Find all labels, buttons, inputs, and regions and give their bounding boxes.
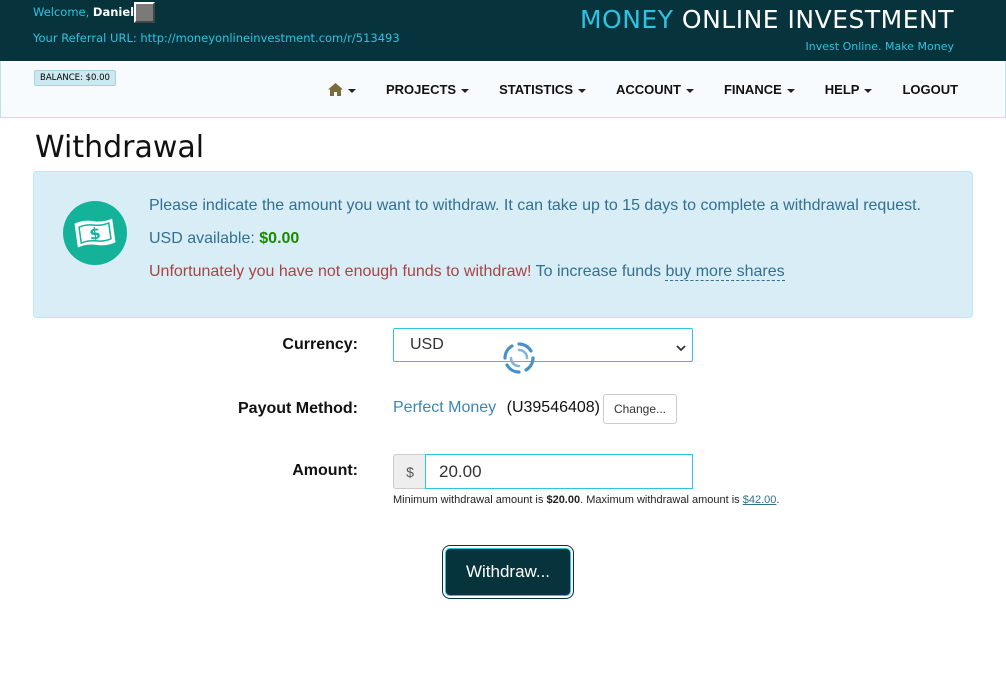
amount-label: Amount:	[292, 462, 358, 479]
username[interactable]: Daniel	[93, 5, 134, 19]
payout-method-value: Perfect Money (U39546408)	[393, 399, 600, 417]
main-navbar: BALANCE: $0.00 PROJECTS STATISTICS ACCOU…	[0, 61, 1006, 118]
chevron-down-icon	[348, 88, 356, 93]
currency-label: Currency:	[282, 336, 358, 353]
payout-method-name: Perfect Money	[393, 399, 497, 416]
chevron-down-icon	[676, 340, 686, 358]
brand-part-1: MONEY	[579, 5, 674, 34]
nav-item-finance[interactable]: FINANCE	[709, 82, 810, 99]
info-alert: $ Please indicate the amount you want to…	[33, 171, 973, 318]
change-payout-button[interactable]: Change...	[603, 394, 677, 424]
welcome-text: Welcome, Daniel	[33, 5, 134, 19]
avatar[interactable]	[134, 2, 155, 23]
chevron-down-icon	[685, 88, 694, 93]
funds-warning-line: Unfortunately you have not enough funds …	[149, 263, 921, 281]
chevron-down-icon	[786, 88, 795, 93]
chevron-down-icon	[864, 88, 873, 93]
money-icon: $	[63, 201, 127, 265]
help-suffix: .	[776, 494, 780, 506]
nav-item-help[interactable]: HELP	[810, 82, 888, 99]
payout-method-label: Payout Method:	[238, 400, 358, 417]
withdraw-button[interactable]: Withdraw...	[445, 548, 571, 596]
alert-content: Please indicate the amount you want to w…	[149, 197, 921, 296]
max-amount-prefix: . Maximum withdrawal amount is	[580, 494, 740, 506]
payout-account-id: (U39546408)	[506, 399, 601, 416]
tagline: Invest Online. Make Money	[805, 40, 954, 53]
increase-funds-text: To increase funds	[535, 263, 662, 280]
loading-spinner-icon	[502, 341, 536, 380]
brand-part-2: ONLINE INVESTMENT	[681, 5, 954, 34]
chevron-down-icon	[577, 88, 586, 93]
nav-item-projects[interactable]: PROJECTS	[371, 82, 484, 99]
brand-logo[interactable]: MONEY ONLINE INVESTMENT	[580, 5, 954, 34]
referral-link[interactable]: http://moneyonlineinvestment.com/r/51349…	[140, 31, 399, 45]
nav-item-account[interactable]: ACCOUNT	[601, 82, 709, 99]
currency-symbol-addon: $	[393, 454, 426, 489]
insufficient-funds-error: Unfortunately you have not enough funds …	[149, 263, 532, 280]
page-title: Withdrawal	[35, 130, 205, 165]
buy-more-shares-link[interactable]: buy more shares	[665, 263, 785, 281]
nav-item-statistics[interactable]: STATISTICS	[484, 82, 601, 99]
alert-instructions: Please indicate the amount you want to w…	[149, 197, 921, 214]
nav-item-home[interactable]	[313, 82, 371, 99]
currency-selected-value: USD	[410, 336, 444, 353]
usd-available-label: USD available:	[149, 230, 255, 247]
welcome-prefix: Welcome,	[33, 5, 90, 19]
min-amount-value: $20.00	[546, 494, 581, 506]
amount-input[interactable]	[425, 454, 693, 489]
currency-select[interactable]: USD	[393, 328, 693, 362]
referral-label: Your Referral URL:	[33, 31, 137, 45]
referral-url: Your Referral URL: http://moneyonlineinv…	[33, 31, 400, 45]
nav-menu: PROJECTS STATISTICS ACCOUNT FINANCE HELP…	[313, 82, 973, 99]
top-header: Welcome, Daniel Your Referral URL: http:…	[0, 0, 1006, 61]
min-amount-prefix: Minimum withdrawal amount is	[393, 494, 544, 506]
balance-badge: BALANCE: $0.00	[34, 70, 116, 86]
nav-item-logout[interactable]: LOGOUT	[887, 82, 973, 99]
home-icon	[328, 83, 343, 99]
chevron-down-icon	[461, 88, 470, 93]
usd-available-value: $0.00	[259, 230, 300, 247]
usd-available-line: USD available: $0.00	[149, 230, 921, 248]
max-amount-link[interactable]: $42.00	[743, 494, 777, 506]
amount-help-text: Minimum withdrawal amount is $20.00. Max…	[393, 494, 779, 506]
